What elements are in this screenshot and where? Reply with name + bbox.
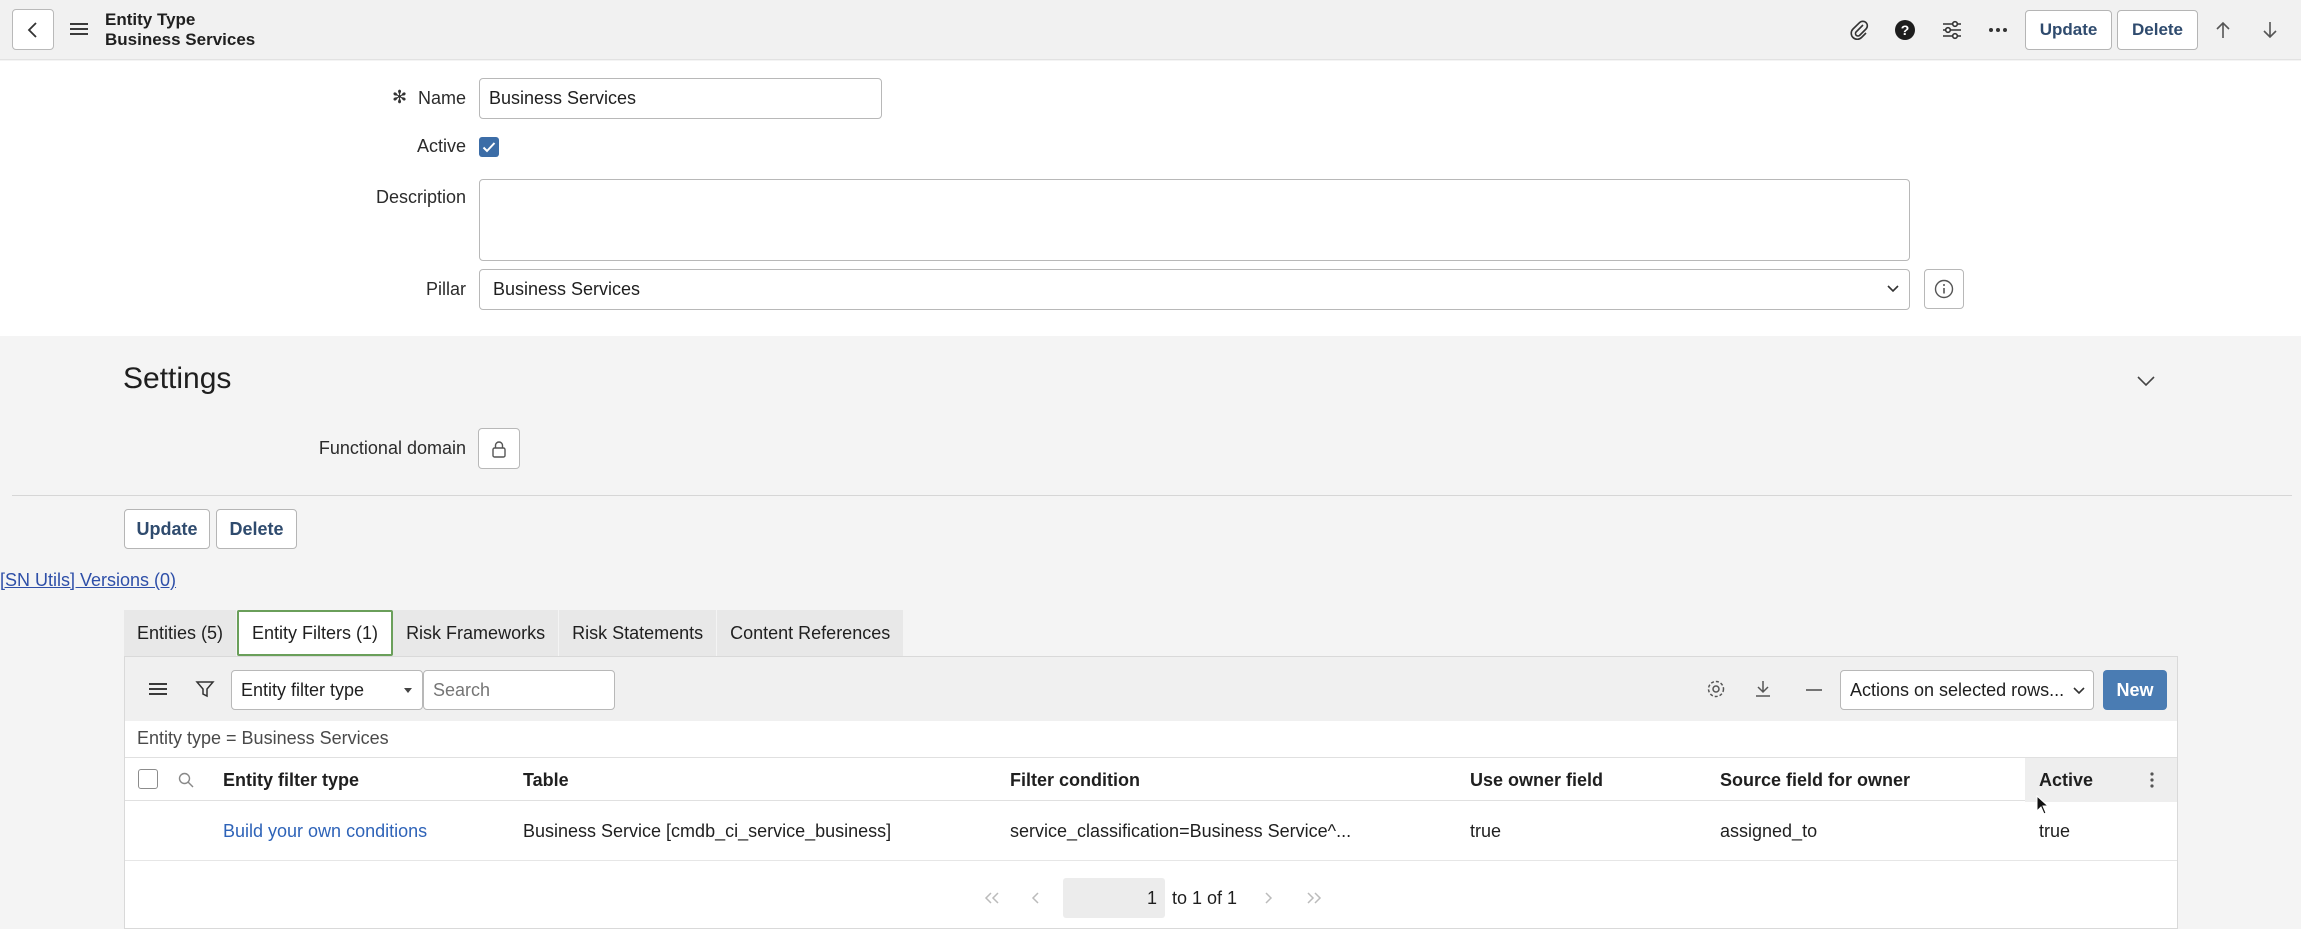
col-entity-filter-type[interactable]: Entity filter type [223,758,359,802]
lock-icon [492,440,506,458]
actions-on-selected-rows-select[interactable]: Actions on selected rows... [1840,670,2094,710]
form-title: Entity Type [105,10,196,29]
select-all-checkbox[interactable] [138,769,158,789]
col-filter-condition[interactable]: Filter condition [1010,758,1140,802]
cell-entity-filter-type[interactable]: Build your own conditions [223,801,427,861]
pillar-select[interactable]: Business Services [479,269,1910,310]
delete-button[interactable]: Delete [216,509,297,549]
arrow-down-icon[interactable] [2257,17,2283,43]
functional-domain-lock-button[interactable] [478,428,520,469]
pager-range-text: to 1 of 1 [1172,887,1238,908]
list-search-input[interactable] [423,670,615,710]
search-field-select-value: Entity filter type [241,679,365,700]
cell-filter-condition: service_classification=Business Service^… [1010,820,1352,841]
form-header: Entity Type Business Services ? Update D… [0,0,2301,60]
actions-select-value: Actions on selected rows... [1850,679,2065,700]
table-header: Entity filter type Table Filter conditio… [125,757,2177,802]
tab-entity-filters[interactable]: Entity Filters (1) [237,610,394,656]
entity-filters-list: Entity filter type Actions on selected r… [124,656,2178,929]
collapse-chevron-icon[interactable] [2136,375,2156,387]
search-icon[interactable] [177,771,195,789]
tab-risk-frameworks[interactable]: Risk Frameworks [393,610,560,656]
name-label: Name [417,88,466,108]
settings-sliders-icon[interactable] [1939,17,1965,43]
export-icon[interactable] [1753,678,1773,700]
col-table[interactable]: Table [523,758,569,802]
section-divider [12,495,2292,496]
header-update-button[interactable]: Update [2025,10,2112,50]
col-source-field-for-owner[interactable]: Source field for owner [1720,758,1910,802]
pillar-info-button[interactable] [1924,269,1964,309]
search-field-select[interactable]: Entity filter type [231,670,423,710]
active-checkbox[interactable] [479,137,499,157]
header-delete-button[interactable]: Delete [2117,10,2198,50]
menu-icon[interactable] [70,20,88,38]
description-label: Description [375,187,466,207]
form-subtitle: Business Services [105,30,256,49]
description-textarea[interactable] [479,179,1910,261]
info-icon [1934,279,1954,299]
help-icon[interactable]: ? [1892,17,1918,43]
chevron-left-icon [27,21,37,38]
new-button[interactable]: New [2103,670,2167,710]
tab-risk-statements[interactable]: Risk Statements [559,610,718,656]
tab-content-references[interactable]: Content References [717,610,905,656]
pillar-select-value: Business Services [493,279,641,299]
list-menu-icon[interactable] [149,680,167,698]
tab-entities[interactable]: Entities (5) [124,610,238,656]
pillar-label: Pillar [425,279,466,299]
functional-domain-label: Functional domain [318,438,466,458]
last-page-icon[interactable] [1305,878,1323,918]
gear-icon[interactable] [1705,678,1727,700]
table-row[interactable]: Build your own conditions Business Servi… [125,801,2177,861]
chevron-down-icon [2073,687,2085,695]
related-lists-tabs: Entities (5) Entity Filters (1) Risk Fra… [124,610,905,656]
paperclip-icon[interactable] [1846,17,1872,43]
checkmark-icon [482,142,496,153]
list-toolbar: Entity filter type Actions on selected r… [125,657,2177,721]
next-page-icon[interactable] [1263,878,1273,918]
col-use-owner-field[interactable]: Use owner field [1470,758,1603,802]
filter-breadcrumb[interactable]: Entity type = Business Services [137,728,389,749]
svg-text:?: ? [1901,22,1910,38]
chevron-down-icon [1887,285,1899,293]
first-page-icon[interactable] [983,878,1001,918]
caret-down-icon [404,688,412,693]
sn-utils-versions-link[interactable]: [SN Utils] Versions (0) [0,570,176,591]
arrow-up-icon[interactable] [2210,17,2236,43]
mouse-cursor-icon [2036,795,2050,815]
cell-source-field-for-owner: assigned_to [1720,820,1818,841]
page-number-input[interactable]: 1 [1063,878,1165,918]
back-button[interactable] [12,9,54,50]
column-options-icon[interactable] [2149,770,2155,790]
cell-table: Business Service [cmdb_ci_service_busine… [523,820,892,841]
update-button[interactable]: Update [124,509,210,549]
prev-page-icon[interactable] [1031,878,1041,918]
settings-heading: Settings [123,362,232,395]
minimize-icon[interactable] [1805,688,1823,692]
more-options-icon[interactable] [1985,17,2011,43]
form-section: ✻ Name Business Services Active Descript… [0,61,2301,336]
cell-use-owner-field: true [1470,820,1502,841]
name-input[interactable]: Business Services [479,78,882,119]
filter-icon[interactable] [195,679,215,699]
active-label: Active [416,136,466,156]
